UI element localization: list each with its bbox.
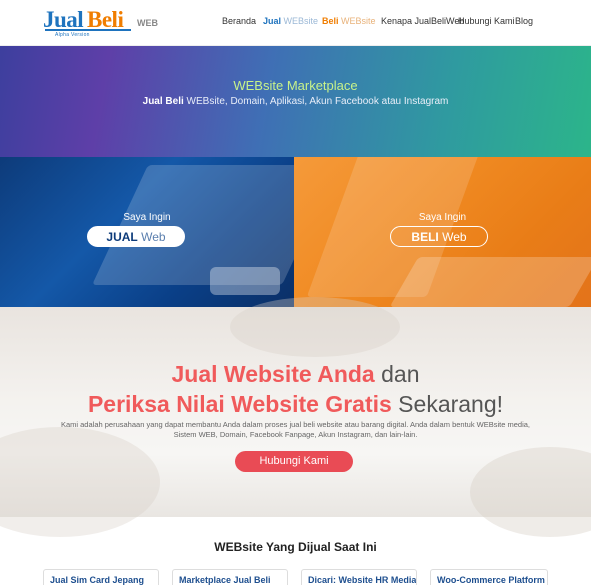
cta-description: Kami adalah perusahaan yang dapat memban… [60, 420, 531, 439]
nav-jual-website[interactable]: Jual WEBsite [263, 15, 318, 27]
nav-blog[interactable]: Blog [515, 15, 533, 27]
handshake-shape [230, 297, 400, 357]
jual-button-light: Web [137, 230, 166, 244]
logo-underline [45, 29, 131, 31]
cta-line1-strong: Jual Website Anda [171, 361, 375, 387]
logo[interactable]: Jual Beli WEB Alpha Version [43, 7, 163, 38]
hand-shape-right [470, 447, 591, 537]
hero-subtitle-rest: WEBsite, Domain, Aplikasi, Akun Facebook… [183, 96, 449, 107]
cta-line2-rest: Sekarang! [391, 391, 504, 417]
listing-card[interactable]: Dicari: Website HR Media [301, 569, 417, 585]
beli-button-strong: BELI [411, 230, 439, 244]
listing-card[interactable]: Marketplace Jual Beli [172, 569, 288, 585]
hero-subtitle-strong: Jual Beli [142, 96, 184, 107]
phone-shape [210, 267, 280, 295]
nav-jual-light: WEBsite [283, 16, 319, 26]
nav-beranda[interactable]: Beranda [222, 15, 256, 27]
nav-beli-light: WEBsite [341, 16, 376, 26]
logo-tagline: Alpha Version [55, 32, 90, 38]
nav-beli-strong: Beli [322, 16, 339, 26]
hero-subtitle: Jual Beli WEBsite, Domain, Aplikasi, Aku… [0, 95, 591, 108]
listing-cards: Jual Sim Card Jepang Marketplace Jual Be… [43, 569, 548, 585]
listings-heading: WEBsite Yang Dijual Saat Ini [214, 540, 377, 554]
panel-jual: Saya Ingin JUAL Web [0, 157, 294, 307]
jual-web-button[interactable]: JUAL Web [87, 226, 185, 247]
jual-button-strong: JUAL [106, 230, 138, 244]
panel-beli-title: Saya Ingin [418, 212, 467, 223]
cta-headline-2: Periksa Nilai Website Gratis Sekarang! [0, 390, 591, 418]
hubungi-kami-button[interactable]: Hubungi Kami [235, 451, 353, 472]
panel-jual-title: Saya Ingin [123, 212, 171, 223]
listing-card[interactable]: Jual Sim Card Jepang [43, 569, 159, 585]
listing-card[interactable]: Woo-Commerce Platform [430, 569, 548, 585]
navbar: Jual Beli WEB Alpha Version Beranda Jual… [0, 0, 591, 46]
hero-title: WEBsite Marketplace [233, 78, 358, 93]
beli-button-light: Web [438, 230, 467, 244]
cta-headline-1: Jual Website Anda dan [0, 360, 591, 388]
panel-beli: Saya Ingin BELI Web [294, 157, 591, 307]
cta-line1-rest: dan [374, 361, 420, 387]
keyboard-shape [389, 257, 591, 307]
hand-shape-left [0, 427, 160, 537]
beli-web-button[interactable]: BELI Web [390, 226, 488, 247]
nav-beli-website[interactable]: Beli WEBsite [322, 15, 376, 27]
cta-section: Jual Website Anda dan Periksa Nilai Webs… [0, 297, 591, 537]
nav-hubungi-kami[interactable]: Hubungi Kami [458, 15, 515, 27]
nav-jual-strong: Jual [263, 16, 282, 26]
hero-banner: WEBsite Marketplace Jual Beli WEBsite, D… [0, 46, 591, 157]
logo-web-text: WEB [137, 18, 158, 28]
cta-line2-strong: Periksa Nilai Website Gratis [87, 391, 392, 417]
nav-kenapa[interactable]: Kenapa JualBeliWeb [381, 15, 464, 27]
